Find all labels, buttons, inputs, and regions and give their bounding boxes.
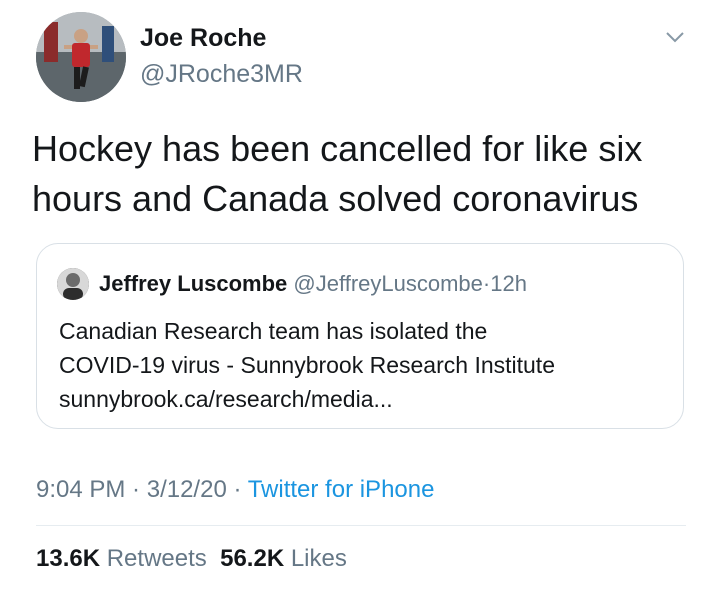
author-handle[interactable]: @JRoche3MR: [140, 60, 303, 89]
tweet-time: 9:04 PM: [36, 476, 126, 503]
divider: [36, 525, 686, 526]
runner-photo-avatar-icon: [36, 12, 126, 102]
likes-stat[interactable]: 56.2K Likes: [220, 545, 347, 572]
quoted-author-avatar: [57, 268, 89, 300]
timestamp-separator: ·: [226, 476, 248, 503]
timestamp-separator: ·: [125, 476, 147, 503]
engagement-stats: 13.6K Retweets 56.2K Likes: [36, 545, 347, 573]
quoted-tweet-card[interactable]: Jeffrey Luscombe @JeffreyLuscombe·12h Ca…: [36, 243, 684, 429]
tweet-text-line: Hockey has been cancelled for like six: [32, 128, 643, 169]
likes-label: Likes: [290, 545, 347, 572]
tweet-timestamp: 9:04 PM · 3/12/20 · Twitter for iPhone: [36, 476, 434, 504]
tweet-text: Hockey has been cancelled for like six h…: [32, 124, 692, 224]
quoted-author-handle: @JeffreyLuscombe: [293, 271, 483, 296]
likes-count: 56.2K: [220, 545, 285, 572]
tweet-source-link[interactable]: Twitter for iPhone: [248, 476, 435, 503]
quoted-time: 12h: [490, 271, 527, 296]
tweet-text-line: hours and Canada solved coronavirus: [32, 178, 639, 219]
author-avatar[interactable]: [36, 12, 126, 102]
quoted-author-name: Jeffrey Luscombe: [99, 271, 288, 296]
quoted-text-line: Canadian Research team has isolated the: [59, 318, 488, 344]
quoted-tweet-header: Jeffrey Luscombe @JeffreyLuscombe·12h: [99, 271, 527, 297]
person-photo-avatar-icon: [57, 268, 89, 300]
author-name[interactable]: Joe Roche: [140, 24, 266, 53]
retweets-stat[interactable]: 13.6K Retweets: [36, 545, 207, 572]
tweet-date: 3/12/20: [146, 476, 227, 503]
quoted-text-line: COVID-19 virus - Sunnybrook Research Ins…: [59, 352, 555, 378]
retweets-count: 13.6K: [36, 545, 101, 572]
retweets-label: Retweets: [106, 545, 207, 572]
quoted-link[interactable]: sunnybrook.ca/research/media...: [59, 382, 555, 416]
quoted-tweet-body: Canadian Research team has isolated the …: [59, 314, 555, 416]
chevron-down-icon[interactable]: [664, 26, 686, 48]
